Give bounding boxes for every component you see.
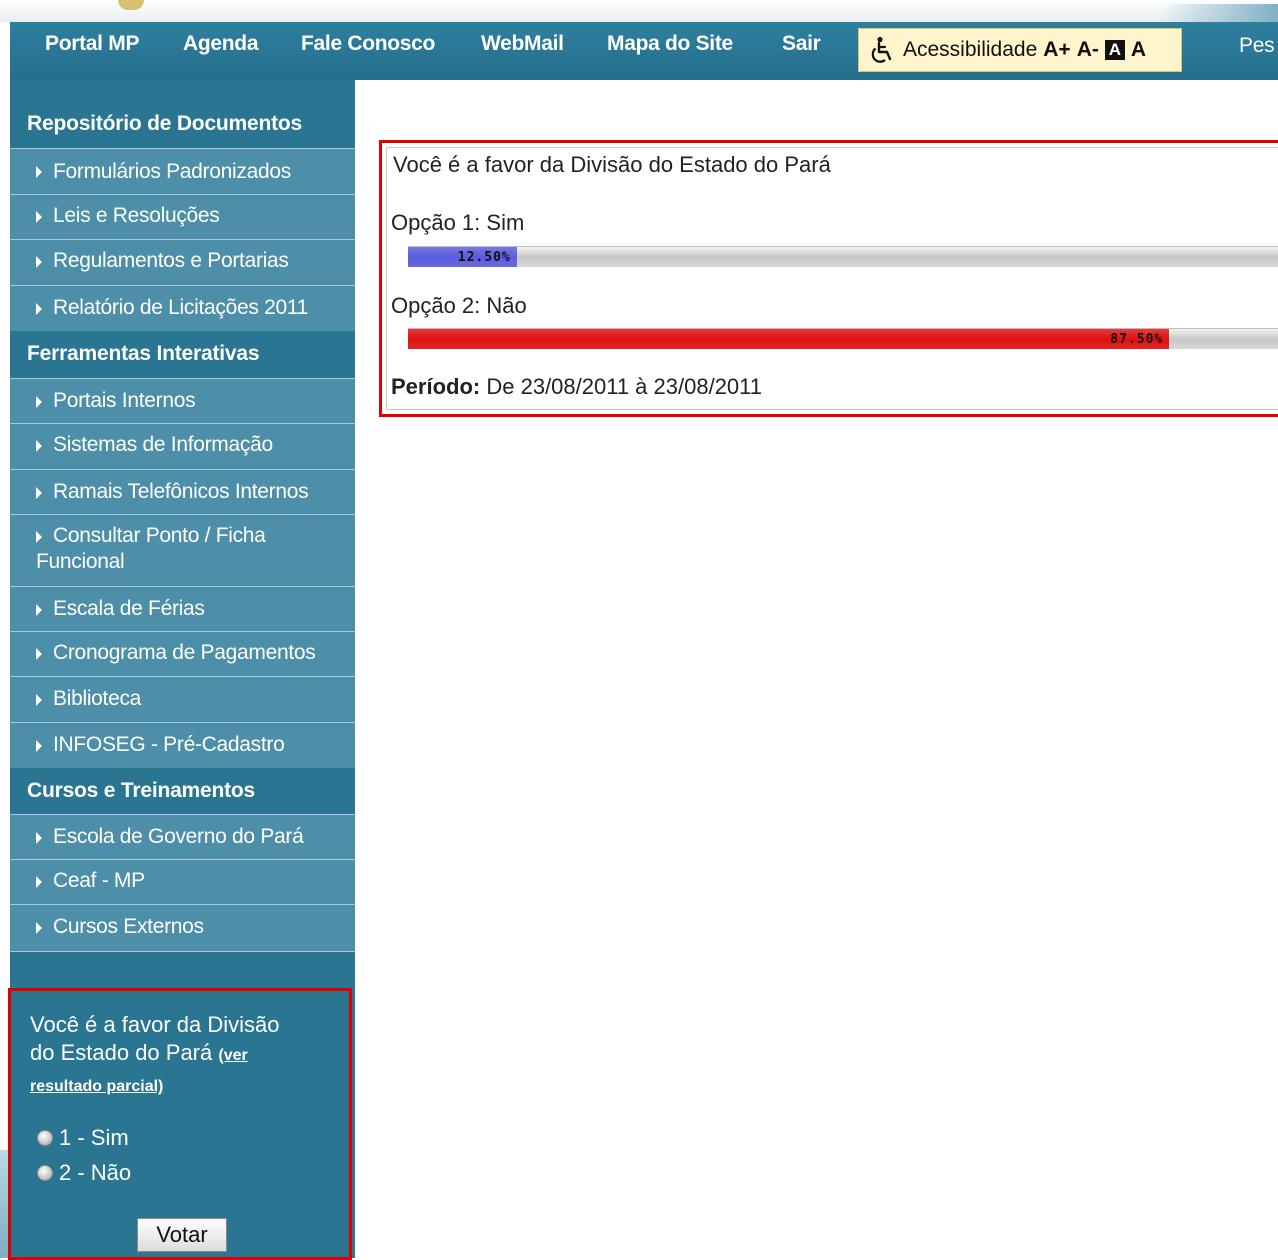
sidebar-item-escala-ferias[interactable]: Escala de Férias [10,586,355,631]
chevron-right-icon [36,440,42,452]
radio-button[interactable] [37,1130,53,1146]
sidebar-item-ramais[interactable]: Ramais Telefônicos Internos [10,469,355,514]
sidebar-item-label: Relatório de Licitações 2011 [53,296,309,319]
result-percent-1: 12.50% [457,249,511,265]
sidebar-item-label: Escala de Férias [53,597,205,620]
result-bar-track-1: 12.50% [408,246,1278,267]
chevron-right-icon [36,396,42,408]
chevron-right-icon [36,740,42,752]
chevron-right-icon [36,648,42,660]
poll-results-title: Você é a favor da Divisão do Estado do P… [393,152,839,178]
sidebar-item-label: Regulamentos e Portarias [53,249,289,272]
sidebar-item-regulamentos[interactable]: Regulamentos e Portarias [10,239,355,285]
search-label-partial[interactable]: Pes [1239,34,1275,58]
sidebar-item-label: Formulários Padronizados [53,160,291,183]
chevron-right-icon [36,876,42,888]
sidebar-header-cursos: Cursos e Treinamentos [27,779,256,802]
chevron-right-icon [36,211,42,223]
sidebar-item-label: Biblioteca [53,687,142,710]
sidebar-item-label: Escola de Governo do Pará [53,825,304,848]
sidebar-item-label: Portais Internos [53,389,196,412]
poll-widget: Você é a favor da Divisão do Estado do P… [8,988,352,1260]
poll-option-nao[interactable]: 2 - Não [37,1160,131,1186]
sidebar-item-ceaf[interactable]: Ceaf - MP [10,859,355,904]
nav-portal-mp[interactable]: Portal MP [45,32,139,56]
normal-contrast-link[interactable]: A [1131,38,1146,62]
sidebar-item-label: Ceaf - MP [53,869,145,892]
sidebar-item-label: INFOSEG - Pré-Cadastro [53,733,285,756]
sidebar-item-sistemas[interactable]: Sistemas de Informação [10,423,355,469]
chevron-right-icon [36,832,42,844]
poll-period-label: Período: [391,374,481,399]
poll-question: Você é a favor da Divisão do Estado do P… [30,1011,300,1101]
sidebar-item-cronograma[interactable]: Cronograma de Pagamentos [10,631,355,676]
nav-mapa-do-site[interactable]: Mapa do Site [607,32,733,56]
poll-option-label: 1 - Sim [59,1125,129,1150]
chevron-right-icon [36,922,42,934]
poll-option-label: 2 - Não [59,1160,132,1185]
vote-button[interactable]: Votar [137,1218,227,1252]
nav-sair[interactable]: Sair [782,32,821,56]
wheelchair-icon [871,36,892,63]
sidebar-item-escola-governo[interactable]: Escola de Governo do Pará [10,814,355,859]
accessibility-label: Acessibilidade [903,38,1038,61]
sidebar-item-formularios[interactable]: Formulários Padronizados [10,148,355,194]
poll-results-fieldset: Você é a favor da Divisão do Estado do P… [386,147,1278,410]
chevron-right-icon [36,531,42,543]
sidebar-item-label: Sistemas de Informação [53,433,273,456]
sidebar-item-biblioteca[interactable]: Biblioteca [10,676,355,722]
result-bar-fill-2: 87.50% [408,329,1170,349]
result-percent-2: 87.50% [1110,331,1164,347]
radio-button[interactable] [37,1165,53,1181]
nav-fale-conosco[interactable]: Fale Conosco [301,32,435,56]
sidebar-item-label: Leis e Resoluções [53,204,220,227]
chevron-right-icon [36,166,42,178]
sidebar-item-consultar-ponto[interactable]: Consultar Ponto / Ficha Funcional [10,514,355,586]
poll-period-value: De 23/08/2011 à 23/08/2011 [486,374,763,399]
chevron-right-icon [36,303,42,315]
accessibility-bar: Acessibilidade A+ A- A A [858,28,1182,72]
font-increase-link[interactable]: A+ [1043,38,1070,62]
poll-option-sim[interactable]: 1 - Sim [37,1125,129,1151]
sidebar-item-label: Cronograma de Pagamentos [53,641,316,664]
sidebar-item-cursos-externos[interactable]: Cursos Externos [10,904,355,952]
result-bar-track-2: 87.50% [408,328,1278,349]
chevron-right-icon [36,604,42,616]
logo-fragment [118,0,144,10]
sidebar-item-label: Cursos Externos [53,915,204,938]
chevron-right-icon [36,694,42,706]
top-navbar: Portal MP Agenda Fale Conosco WebMail Ma… [10,22,1278,80]
chevron-right-icon [36,256,42,268]
top-strip [0,0,1278,22]
decorative-swoosh [1158,4,1278,22]
result-option-1-label: Opção 1: Sim [391,210,525,235]
sidebar-item-label: Consultar Ponto / Ficha Funcional [36,524,266,573]
sidebar-item-label: Ramais Telefônicos Internos [53,480,309,503]
sidebar-header-repositorio: Repositório de Documentos [27,112,303,135]
sidebar-item-portais[interactable]: Portais Internos [10,378,355,423]
high-contrast-link[interactable]: A [1104,40,1125,60]
result-option-2-label: Opção 2: Não [391,293,527,318]
sidebar-item-infoseg[interactable]: INFOSEG - Pré-Cadastro [10,722,355,768]
poll-period: Período: De 23/08/2011 à 23/08/2011 [391,374,762,400]
chevron-right-icon [36,487,42,499]
result-bar-fill-1: 12.50% [408,247,517,267]
font-decrease-link[interactable]: A- [1077,38,1099,62]
nav-webmail[interactable]: WebMail [481,32,564,56]
sidebar-header-ferramentas: Ferramentas Interativas [27,342,260,365]
sidebar-item-leis[interactable]: Leis e Resoluções [10,194,355,239]
nav-agenda[interactable]: Agenda [183,32,259,56]
poll-results-panel: Você é a favor da Divisão do Estado do P… [379,140,1278,417]
sidebar-item-relatorio[interactable]: Relatório de Licitações 2011 [10,285,355,331]
